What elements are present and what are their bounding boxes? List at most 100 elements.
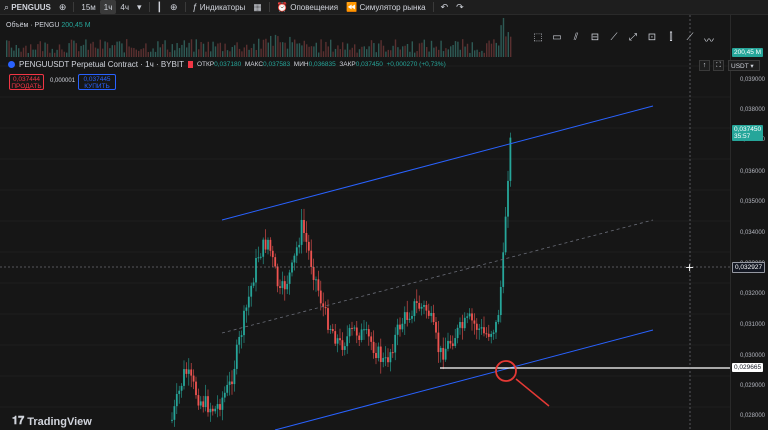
replay-button[interactable]: ⏪ Симулятор рынка [342,0,430,14]
candle-body [490,333,493,337]
candle-body [449,340,452,344]
candle-body [255,258,257,283]
currency-select[interactable]: USDT ▾ [728,60,760,71]
trend-line-icon[interactable]: ⟋ [684,32,696,47]
volume-bar [37,44,39,57]
drawing-toolbar: ⬚ ▭ ⫽ ⊟ ⟋ ⤢ ⊡ ⫿ ⟋ 〰 [532,32,715,47]
candle-body [197,395,200,406]
price-tick: 0,038000 [739,107,765,113]
volume-bar [25,45,27,57]
interval-15m[interactable]: 15м [77,0,99,14]
price-tick: 0,034000 [739,230,765,236]
buy-button[interactable]: 0,037445 КУПИТЬ [78,74,116,90]
candle-body [461,322,464,329]
flag-icon[interactable] [187,61,193,68]
channel-mid-line[interactable] [221,219,654,334]
volume-value: 200,45 M [61,22,91,29]
undo-icon: ↶ [440,2,449,12]
close-value: 0,037450 [355,61,383,68]
sell-button[interactable]: 0,037444 ПРОДАТЬ [9,74,44,90]
layout-button[interactable]: ▦ [249,0,266,14]
alerts-label: Оповещения [290,2,339,12]
undo-button[interactable]: ↶ [437,0,453,14]
volume-bar [428,51,430,57]
candle-body [463,317,466,329]
candle-body [343,346,346,350]
price-tick: 0,032000 [739,291,765,297]
candle-body [257,257,260,259]
add-symbol-icon: ⊕ [58,2,67,12]
crosshair-cursor: + [685,261,694,274]
volume-bar [363,46,365,57]
volume-bar [483,52,485,57]
path-tool-icon[interactable]: ⟋ [608,32,620,47]
rectangle-tool-icon[interactable]: ▭ [551,32,563,47]
volume-bar [32,49,34,57]
long-position-icon[interactable]: ⊡ [646,32,658,47]
indicators-button[interactable]: ƒ Индикаторы [189,0,250,14]
volume-bar [90,43,92,57]
volume-bar [433,47,435,57]
alerts-button[interactable]: ⏰ Оповещения [273,0,342,14]
candle-body [384,357,387,359]
interval-dropdown[interactable]: ▾ [133,0,146,14]
candle-body [351,327,353,329]
annotation-arrow[interactable] [515,378,550,407]
volume-bar [114,45,116,57]
volume-bar [471,42,473,57]
volume-bar [147,52,149,57]
volume-bar [267,42,269,57]
candle-body [425,305,428,311]
candle-body [312,266,315,280]
candle-body [202,401,205,408]
volume-bar [332,51,334,57]
parallel-channel-icon[interactable]: ⫽ [570,32,582,47]
volume-bar [303,40,305,57]
last-price-value: 0,037450 [734,126,762,133]
redo-button[interactable]: ↷ [452,0,468,14]
volume-bar [171,44,173,57]
volume-bar [493,39,495,57]
price-axis[interactable]: 0,0390000,0380000,0370000,0360000,035000… [730,15,768,430]
candle-body [180,385,183,391]
add-symbol-button[interactable]: ⊕ [55,0,71,14]
rectangle-select-icon[interactable]: ⬚ [532,32,544,47]
volume-bar [454,41,457,57]
compare-button[interactable]: ⊕ [166,0,182,14]
pattern-tool-icon[interactable]: ⤢ [627,32,639,47]
fullscreen-button[interactable]: ⛶ [713,60,724,71]
volume-bar [73,40,75,57]
candle-body [439,347,442,353]
volume-bar [94,47,97,57]
symbol-search[interactable]: ⌕ PENGUUS [0,0,55,14]
candle-body [444,348,447,360]
volume-bar [78,51,80,57]
candle-body [394,334,397,353]
tradingview-logo[interactable]: 𝟏𝟕 TradingView [12,415,92,428]
volume-bar [39,41,41,57]
last-price-tag: 0,037450 35:57 [732,125,764,141]
volume-bar [430,40,433,57]
volume-bar [294,39,296,57]
interval-4h[interactable]: 4ч [116,0,133,14]
volume-bar [486,43,488,57]
scroll-up-button[interactable]: ↑ [699,60,710,71]
volume-bar [399,49,401,57]
vertical-line-icon[interactable]: ⫿ [665,32,677,47]
candle-body [228,381,231,385]
chart-type-button[interactable]: ┃ [153,0,166,14]
interval-1h[interactable]: 1ч [99,0,117,14]
fib-tool-icon[interactable]: ⊟ [589,32,601,47]
volume-bar [56,49,58,57]
volume-bar [320,39,322,57]
volume-bar [306,44,308,57]
low-value: 0,036835 [308,61,336,68]
candle-body [173,406,176,420]
channel-upper-line[interactable] [221,105,654,221]
volume-bar [195,39,197,57]
volume-bar [476,49,478,57]
volume-bar [123,52,125,57]
volume-bar [18,48,20,57]
brush-icon[interactable]: 〰 [703,32,715,47]
volume-bar [116,41,118,57]
